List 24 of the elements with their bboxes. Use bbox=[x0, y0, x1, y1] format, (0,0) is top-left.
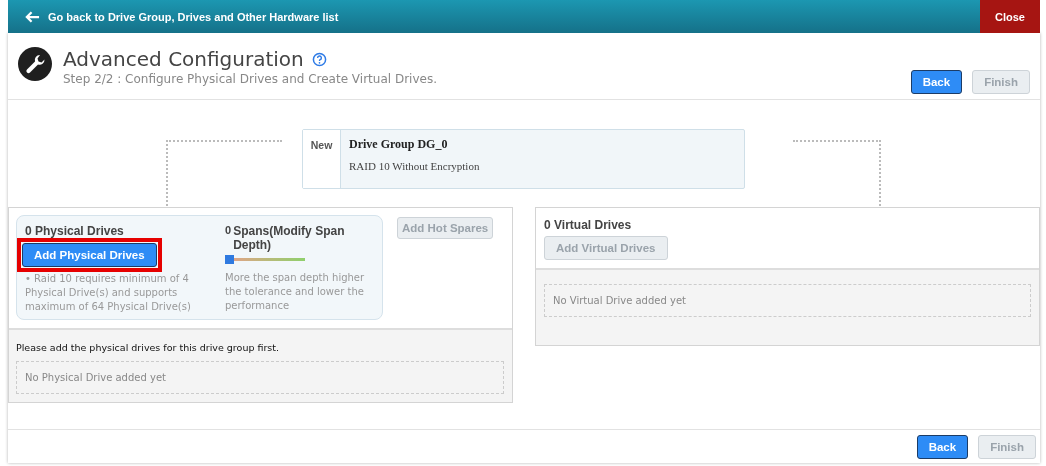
back-link[interactable]: Go back to Drive Group, Drives and Other Hardware list bbox=[25, 10, 339, 23]
close-button[interactable]: Close bbox=[980, 0, 1040, 33]
help-icon[interactable] bbox=[311, 51, 327, 67]
virtual-drives-count: 0 Virtual Drives bbox=[544, 218, 632, 232]
raid-description: RAID 10 Without Encryption bbox=[349, 160, 480, 172]
step-subtitle: Step 2/2 : Configure Physical Drives and Create Virtual Drives. bbox=[63, 72, 438, 86]
spans-title: Spans(Modify Span Depth) bbox=[233, 224, 346, 252]
raid-requirement-note: • Raid 10 requires minimum of 4 Physical Drive(s) and supports maximum of 64 Physical Drive(s) bbox=[25, 272, 192, 314]
drive-group-name: Drive Group DG_0 bbox=[349, 137, 449, 152]
page-title: Advanced Configuration bbox=[63, 47, 304, 71]
back-arrow-icon bbox=[25, 10, 40, 23]
span-depth-hint: More the span depth higher the tolerance and lower the performance bbox=[225, 271, 366, 313]
drive-group-card[interactable]: New Drive Group DG_0 RAID 10 Without Encryption bbox=[302, 129, 745, 189]
instruction-text: Please add the physical drives for this drive group first. bbox=[16, 342, 281, 353]
empty-list-message: No Virtual Drive added yet bbox=[544, 284, 1031, 317]
empty-list-message: No Physical Drive added yet bbox=[16, 361, 504, 394]
back-button[interactable]: Back bbox=[916, 435, 969, 459]
wrench-icon bbox=[18, 47, 52, 81]
back-button[interactable]: Back bbox=[910, 70, 963, 94]
spans-count: 0 bbox=[225, 224, 232, 238]
add-physical-drives-button[interactable]: Add Physical Drives bbox=[22, 243, 157, 267]
physical-drives-count: 0 Physical Drives bbox=[25, 224, 125, 238]
new-label: New bbox=[303, 130, 341, 188]
span-depth-slider[interactable] bbox=[225, 255, 305, 264]
